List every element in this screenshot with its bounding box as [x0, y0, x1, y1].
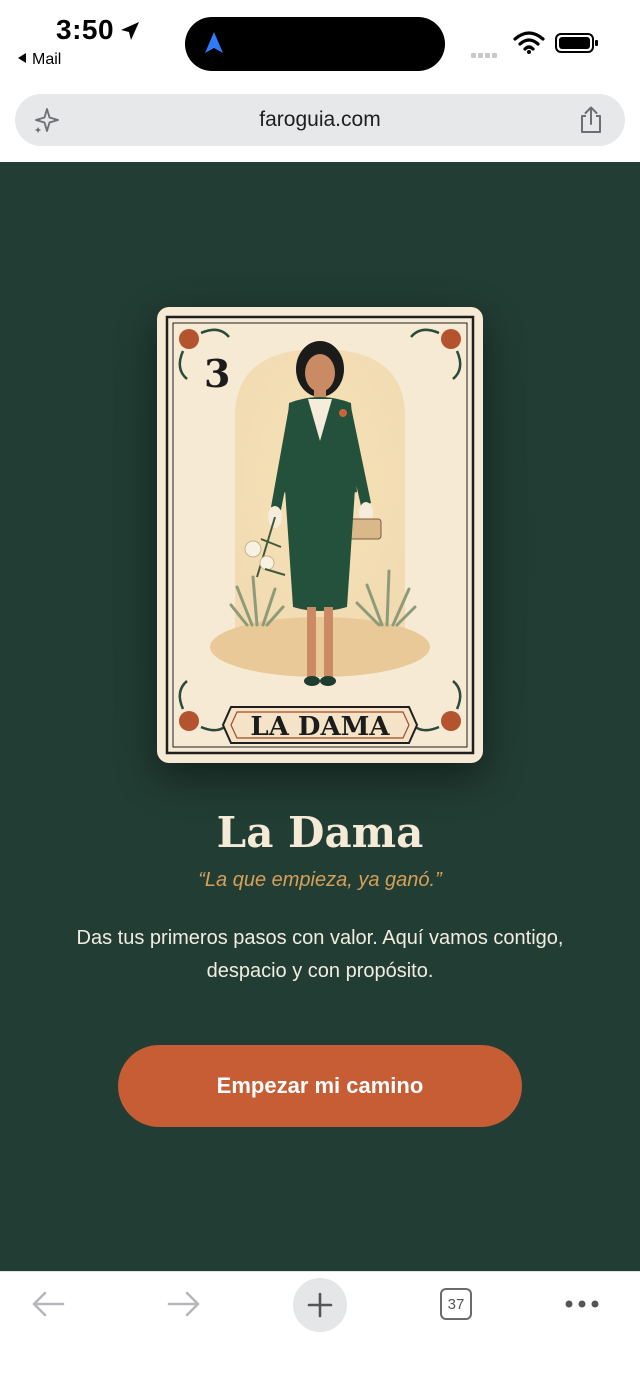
start-journey-button[interactable]: Empezar mi camino [118, 1045, 522, 1127]
maps-navigation-icon [205, 32, 223, 53]
new-tab-button[interactable] [293, 1278, 347, 1332]
dynamic-island [185, 17, 445, 71]
location-arrow-icon [121, 22, 139, 40]
browser-toolbar: 37 [0, 1271, 640, 1388]
forward-arrow-icon [167, 1291, 200, 1317]
back-to-app-link[interactable]: Mail [18, 51, 61, 69]
back-triangle-icon [18, 53, 26, 63]
more-button[interactable] [560, 1282, 604, 1326]
loteria-card-la-dama: 3 LA DAMA [157, 307, 483, 763]
tabs-count: 37 [447, 1295, 465, 1313]
url-text[interactable]: faroguia.com [15, 108, 625, 132]
forward-button[interactable] [162, 1282, 206, 1326]
plus-icon [307, 1292, 333, 1318]
card-illustration: 3 LA DAMA [165, 315, 475, 755]
tabs-button[interactable]: 37 [438, 1282, 474, 1326]
back-app-label: Mail [32, 51, 62, 68]
card-banner-label: LA DAMA [250, 712, 390, 742]
hero-section: 3 LA DAMA La Dama “La que empieza, ya ga… [0, 162, 640, 1271]
share-icon[interactable] [577, 105, 605, 135]
status-bar: 3:50 Mail [0, 0, 640, 86]
cellular-signal-icon [471, 45, 499, 63]
wifi-icon [513, 31, 545, 54]
battery-icon [555, 33, 598, 53]
tagline: “La que empieza, ya ganó.” [198, 869, 442, 891]
card-number: 3 [204, 351, 230, 396]
more-icon [565, 1300, 599, 1308]
tabs-icon: 37 [440, 1288, 472, 1320]
status-time: 3:50 [56, 14, 115, 45]
page-title: La Dama [216, 808, 424, 857]
description: Das tus primeros pasos con valor. Aquí v… [76, 927, 564, 982]
back-button[interactable] [26, 1282, 70, 1326]
back-arrow-icon [32, 1291, 65, 1317]
address-bar[interactable]: faroguia.com [15, 94, 625, 146]
